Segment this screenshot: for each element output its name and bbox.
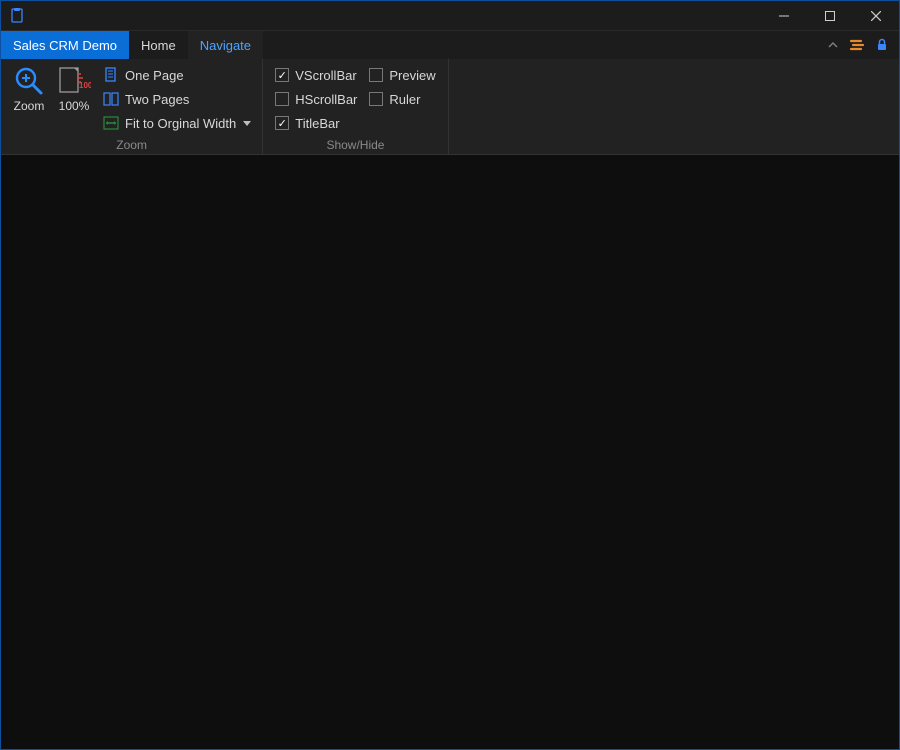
one-page-label: One Page: [125, 68, 184, 83]
checkbox-ruler[interactable]: Ruler: [365, 87, 439, 111]
zoom-100-button[interactable]: 100 100%: [53, 63, 95, 136]
showhide-group-label: Show/Hide: [271, 136, 439, 152]
lock-icon[interactable]: [875, 38, 889, 52]
zoom-button[interactable]: Zoom: [9, 63, 49, 136]
zoom-100-icon: 100: [57, 65, 91, 97]
ribbon-group-showhide: VScrollBar HScrollBar TitleBar Preview: [263, 59, 448, 154]
window-titlebar: [1, 1, 899, 31]
tab-app[interactable]: Sales CRM Demo: [1, 31, 129, 59]
checkbox-icon: [275, 92, 289, 106]
one-page-button[interactable]: One Page: [99, 63, 254, 87]
fit-width-dropdown[interactable]: [240, 111, 254, 135]
fit-width-icon: [103, 115, 119, 131]
checkbox-icon: [369, 68, 383, 82]
two-pages-icon: [103, 91, 119, 107]
ribbon: Zoom 100 100%: [1, 59, 899, 155]
checkbox-vscrollbar-label: VScrollBar: [295, 68, 356, 83]
one-page-icon: [103, 67, 119, 83]
ribbon-tabstrip: Sales CRM Demo Home Navigate: [1, 31, 899, 59]
checkbox-icon: [369, 92, 383, 106]
checkbox-preview-label: Preview: [389, 68, 435, 83]
checkbox-titlebar[interactable]: TitleBar: [271, 111, 361, 135]
checkbox-vscrollbar[interactable]: VScrollBar: [271, 63, 361, 87]
collapse-ribbon-icon[interactable]: [827, 39, 839, 51]
two-pages-label: Two Pages: [125, 92, 189, 107]
window-maximize-button[interactable]: [807, 1, 853, 31]
checkbox-icon: [275, 68, 289, 82]
two-pages-button[interactable]: Two Pages: [99, 87, 254, 111]
content-area: [1, 155, 899, 749]
window-close-button[interactable]: [853, 1, 899, 31]
checkbox-titlebar-label: TitleBar: [295, 116, 339, 131]
app-icon: [9, 8, 25, 24]
checkbox-preview[interactable]: Preview: [365, 63, 439, 87]
fit-width-label: Fit to Orginal Width: [125, 116, 236, 131]
zoom-in-icon: [13, 65, 45, 97]
checkbox-icon: [275, 116, 289, 130]
checkbox-hscrollbar-label: HScrollBar: [295, 92, 357, 107]
zoom-100-label: 100%: [59, 99, 90, 113]
ribbon-group-zoom: Zoom 100 100%: [1, 59, 263, 154]
fit-width-button[interactable]: Fit to Orginal Width: [99, 111, 240, 135]
checkbox-ruler-label: Ruler: [389, 92, 420, 107]
theme-icon[interactable]: [849, 38, 865, 52]
zoom-button-label: Zoom: [14, 99, 45, 113]
tab-home[interactable]: Home: [129, 31, 188, 59]
window-minimize-button[interactable]: [761, 1, 807, 31]
checkbox-hscrollbar[interactable]: HScrollBar: [271, 87, 361, 111]
zoom-group-label: Zoom: [9, 136, 254, 152]
tab-navigate[interactable]: Navigate: [188, 31, 263, 59]
svg-text:100: 100: [79, 81, 91, 90]
